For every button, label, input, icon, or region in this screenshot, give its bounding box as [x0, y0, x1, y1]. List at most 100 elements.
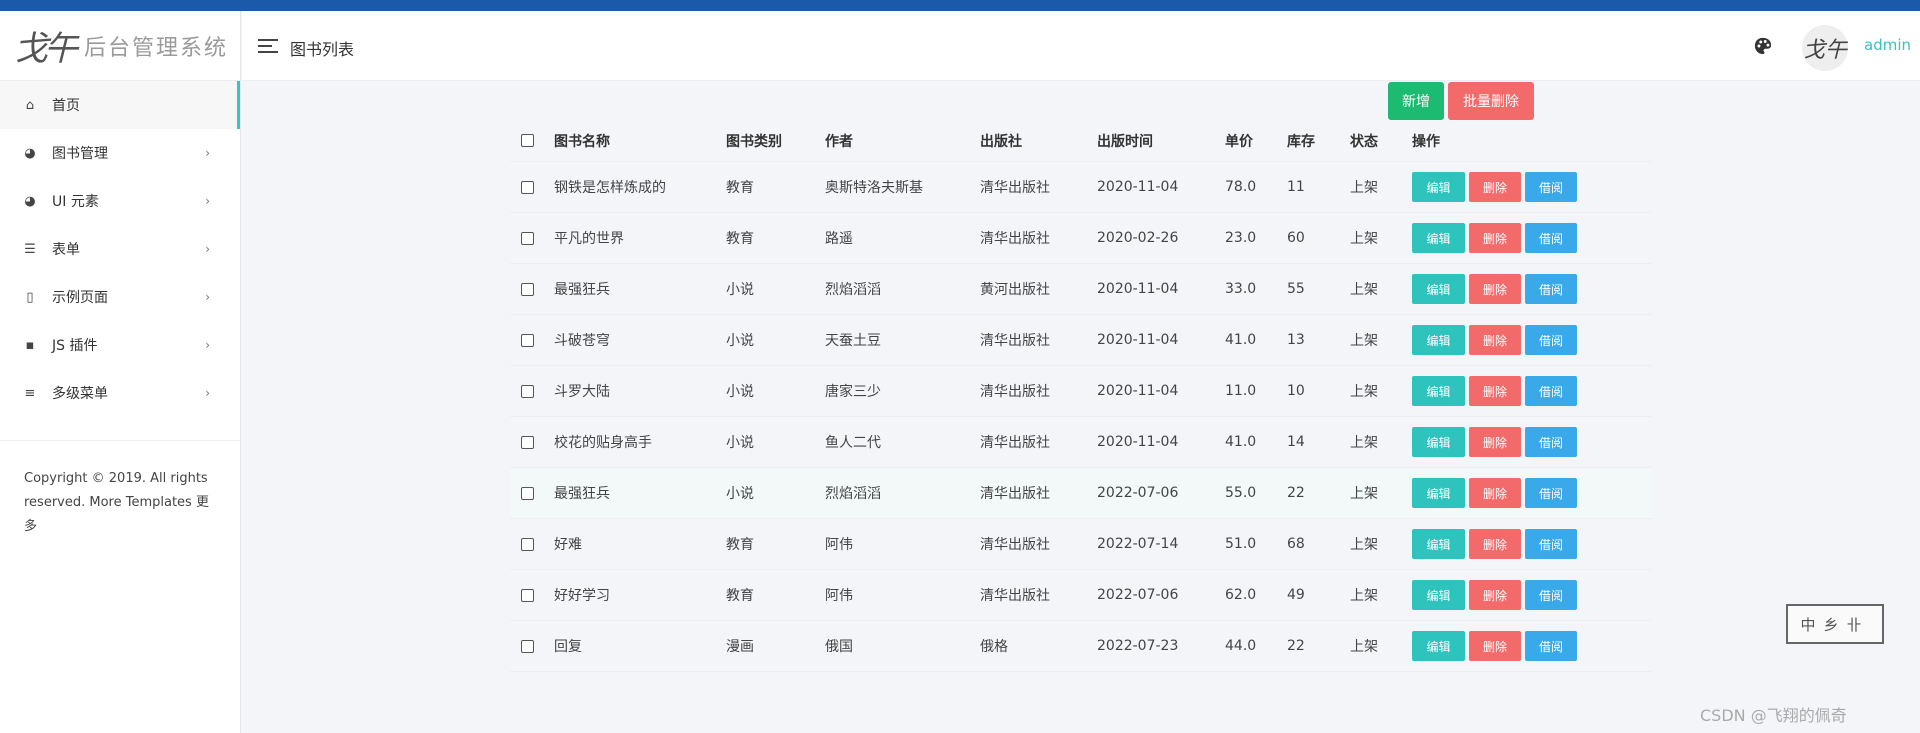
edit-button[interactable]: 编辑 — [1412, 223, 1465, 253]
sidebar-item[interactable]: ≡ 多级菜单 › — [0, 369, 240, 417]
cell-status: 上架 — [1350, 231, 1378, 247]
delete-button[interactable]: 删除 — [1469, 223, 1521, 253]
edit-button[interactable]: 编辑 — [1412, 274, 1465, 304]
add-book-button[interactable]: 新增 — [1388, 82, 1444, 120]
logo-mark: 戈午 — [14, 29, 78, 69]
borrow-button[interactable]: 借阅 — [1525, 478, 1577, 508]
edit-button[interactable]: 编辑 — [1412, 427, 1465, 457]
edit-button[interactable]: 编辑 — [1412, 172, 1465, 202]
edit-button[interactable]: 编辑 — [1412, 529, 1465, 559]
row-checkbox[interactable] — [521, 333, 534, 347]
cell-date: 2020-11-04 — [1097, 332, 1179, 348]
table-row: 斗破苍穹 小说 天蚕土豆 清华出版社 2020-11-04 41.0 13 上架 编辑 删除 借阅 — [510, 315, 1652, 366]
js-icon: ▪ — [25, 337, 35, 353]
row-checkbox[interactable] — [521, 486, 534, 500]
username-link[interactable]: admin — [1864, 36, 1911, 54]
cell-status: 上架 — [1350, 180, 1378, 196]
cell-price: 51.0 — [1225, 536, 1257, 552]
cell-date: 2022-07-06 — [1097, 587, 1179, 603]
sidebar-item[interactable]: ⌂ 首页 — [0, 81, 240, 129]
row-checkbox[interactable] — [521, 180, 534, 194]
sidebar-item[interactable]: ▯ 示例页面 › — [0, 273, 240, 321]
row-checkbox[interactable] — [521, 231, 534, 245]
main-content: 新增 批量删除 图书名称 图书类别 作者 出版社 出版时间 单价 库存 状态 操… — [242, 82, 1920, 733]
cell-category: 教育 — [726, 588, 754, 604]
cell-name: 最强狂兵 — [554, 486, 610, 502]
cell-category: 教育 — [726, 537, 754, 553]
cell-author: 烈焰滔滔 — [825, 282, 881, 298]
row-checkbox[interactable] — [521, 282, 534, 296]
user-avatar[interactable]: 戈午 — [1802, 25, 1848, 71]
sidebar-item[interactable]: ◕ UI 元素 › — [0, 177, 240, 225]
theme-palette-icon[interactable] — [1754, 37, 1772, 55]
cell-publisher: 清华出版社 — [980, 486, 1050, 502]
cell-status: 上架 — [1350, 282, 1378, 298]
cell-date: 2022-07-23 — [1097, 638, 1179, 654]
menu-icon: ≡ — [24, 385, 36, 401]
borrow-button[interactable]: 借阅 — [1525, 325, 1577, 355]
borrow-button[interactable]: 借阅 — [1525, 274, 1577, 304]
delete-button[interactable]: 删除 — [1469, 172, 1521, 202]
cell-status: 上架 — [1350, 639, 1378, 655]
column-header: 作者 — [825, 133, 853, 150]
browser-top-strip — [0, 0, 1920, 11]
batch-delete-button[interactable]: 批量删除 — [1448, 82, 1534, 120]
top-header: 图书列表 戈午 admin — [242, 11, 1920, 81]
delete-button[interactable]: 删除 — [1469, 325, 1521, 355]
cell-name: 校花的贴身高手 — [554, 435, 652, 451]
cell-stock: 11 — [1287, 179, 1305, 195]
cell-price: 11.0 — [1225, 383, 1257, 399]
borrow-button[interactable]: 借阅 — [1525, 172, 1577, 202]
chevron-right-icon: › — [205, 146, 210, 160]
cell-name: 好难 — [554, 537, 582, 553]
chevron-right-icon: › — [205, 242, 210, 256]
delete-button[interactable]: 删除 — [1469, 274, 1521, 304]
cell-stock: 68 — [1287, 536, 1305, 552]
edit-button[interactable]: 编辑 — [1412, 631, 1465, 661]
cell-date: 2022-07-14 — [1097, 536, 1179, 552]
borrow-button[interactable]: 借阅 — [1525, 529, 1577, 559]
borrow-button[interactable]: 借阅 — [1525, 223, 1577, 253]
cell-publisher: 清华出版社 — [980, 435, 1050, 451]
row-checkbox[interactable] — [521, 639, 534, 653]
row-checkbox[interactable] — [521, 588, 534, 602]
delete-button[interactable]: 删除 — [1469, 580, 1521, 610]
chevron-right-icon: › — [205, 338, 210, 352]
edit-button[interactable]: 编辑 — [1412, 325, 1465, 355]
cell-status: 上架 — [1350, 588, 1378, 604]
cell-author: 天蚕土豆 — [825, 333, 881, 349]
logo[interactable]: 戈午 后台管理系统 — [0, 11, 240, 81]
table-row: 平凡的世界 教育 路遥 清华出版社 2020-02-26 23.0 60 上架 编辑 删除 借阅 — [510, 213, 1652, 264]
delete-button[interactable]: 删除 — [1469, 376, 1521, 406]
select-all-checkbox[interactable] — [521, 134, 534, 147]
cell-publisher: 清华出版社 — [980, 588, 1050, 604]
logo-text: 后台管理系统 — [84, 35, 229, 61]
edit-button[interactable]: 编辑 — [1412, 376, 1465, 406]
sidebar-item-label: 多级菜单 — [52, 386, 108, 402]
delete-button[interactable]: 删除 — [1469, 427, 1521, 457]
borrow-button[interactable]: 借阅 — [1525, 631, 1577, 661]
edit-button[interactable]: 编辑 — [1412, 478, 1465, 508]
sidebar-item[interactable]: ☰ 表单 › — [0, 225, 240, 273]
cell-stock: 60 — [1287, 230, 1305, 246]
row-checkbox[interactable] — [521, 537, 534, 551]
column-header: 图书类别 — [726, 133, 782, 150]
borrow-button[interactable]: 借阅 — [1525, 580, 1577, 610]
csdn-watermark: CSDN @飞翔的佩奇 — [1700, 706, 1847, 725]
home-icon: ⌂ — [25, 97, 35, 113]
borrow-button[interactable]: 借阅 — [1525, 376, 1577, 406]
table-row: 好好学习 教育 阿伟 清华出版社 2022-07-06 62.0 49 上架 编辑 删除 借阅 — [510, 570, 1652, 621]
edit-button[interactable]: 编辑 — [1412, 580, 1465, 610]
list-icon: ☰ — [24, 241, 36, 257]
delete-button[interactable]: 删除 — [1469, 478, 1521, 508]
borrow-button[interactable]: 借阅 — [1525, 427, 1577, 457]
delete-button[interactable]: 删除 — [1469, 529, 1521, 559]
sidebar-item[interactable]: ▪ JS 插件 › — [0, 321, 240, 369]
cell-date: 2022-07-06 — [1097, 485, 1179, 501]
delete-button[interactable]: 删除 — [1469, 631, 1521, 661]
cell-category: 小说 — [726, 384, 754, 400]
row-checkbox[interactable] — [521, 384, 534, 398]
row-checkbox[interactable] — [521, 435, 534, 449]
sidebar-item[interactable]: ◕ 图书管理 › — [0, 129, 240, 177]
menu-toggle-icon[interactable] — [258, 39, 278, 53]
